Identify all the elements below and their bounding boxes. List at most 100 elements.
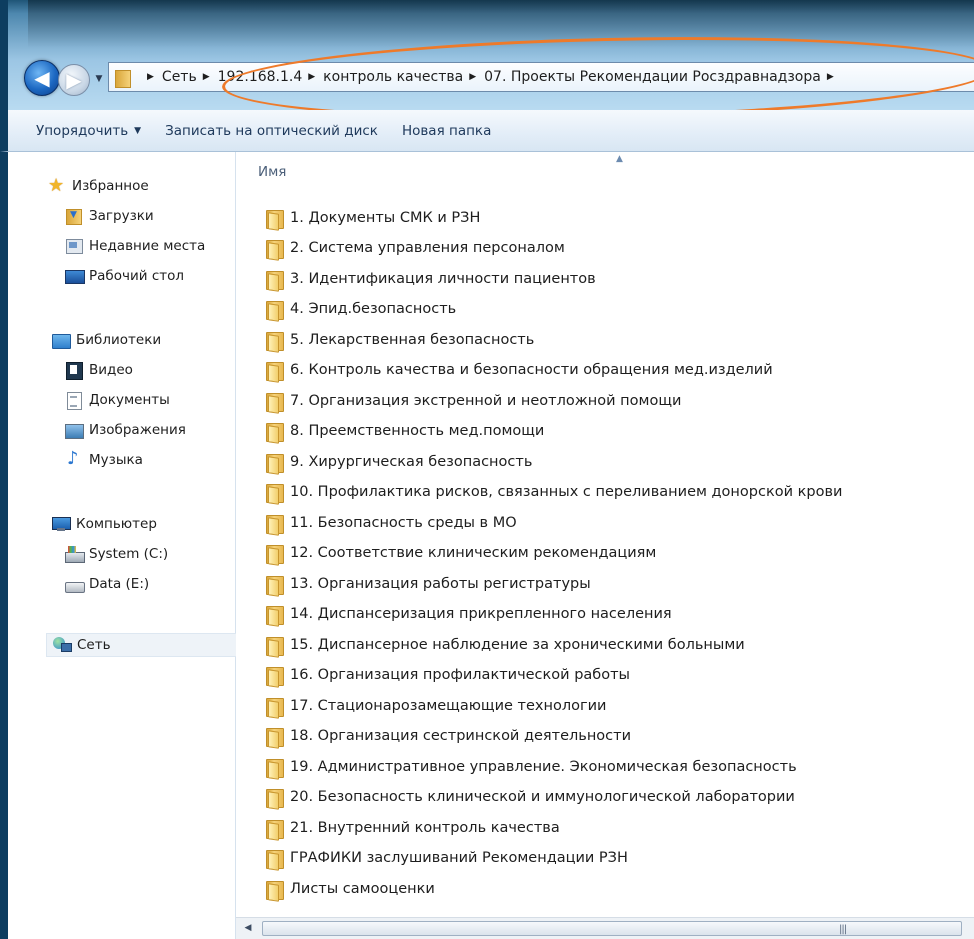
- sidebar-item-network[interactable]: Сеть: [46, 633, 238, 657]
- list-item[interactable]: 13. Организация работы регистратуры: [266, 571, 966, 597]
- list-item[interactable]: 15. Диспансерное наблюдение за хроническ…: [266, 632, 966, 658]
- back-button[interactable]: ◀: [24, 60, 60, 96]
- organize-label: Упорядочить: [36, 122, 129, 139]
- sidebar-item-libraries[interactable]: Библиотеки: [52, 328, 161, 352]
- music-icon: [65, 448, 83, 469]
- list-item[interactable]: 16. Организация профилактической работы: [266, 662, 966, 688]
- folder-icon: [266, 787, 284, 808]
- sidebar-item-documents[interactable]: Документы: [65, 388, 170, 412]
- folder-icon: [266, 482, 284, 503]
- sidebar-item-label: Избранное: [72, 178, 149, 194]
- sidebar-item-label: Компьютер: [76, 516, 157, 532]
- folder-icon: [266, 757, 284, 778]
- folder-icon: [266, 848, 284, 869]
- folder-name: 17. Стационарозамещающие технологии: [290, 698, 607, 714]
- folder-name: 13. Организация работы регистратуры: [290, 576, 591, 592]
- scroll-left-icon[interactable]: ◀: [240, 920, 256, 936]
- breadcrumb-network[interactable]: Сеть: [162, 69, 197, 85]
- libraries-icon: [52, 332, 71, 349]
- sidebar-item-computer[interactable]: Компьютер: [52, 512, 157, 536]
- list-item[interactable]: 12. Соответствие клиническим рекомендаци…: [266, 540, 966, 566]
- sidebar-item-label: System (C:): [89, 546, 169, 562]
- desktop-icon: [65, 268, 85, 284]
- grip-icon: |||: [839, 924, 847, 935]
- list-item[interactable]: 9. Хирургическая безопасность: [266, 449, 966, 475]
- list-item[interactable]: 20. Безопасность клинической и иммунолог…: [266, 784, 966, 810]
- list-item[interactable]: 10. Профилактика рисков, связанных с пер…: [266, 479, 966, 505]
- sidebar-item-label: Сеть: [77, 637, 111, 653]
- breadcrumb-separator-icon[interactable]: ▶: [469, 72, 476, 82]
- breadcrumb-quality-control[interactable]: контроль качества: [323, 69, 463, 85]
- address-bar[interactable]: ▶ Сеть ▶ 192.168.1.4 ▶ контроль качества…: [108, 62, 974, 92]
- list-item[interactable]: 1. Документы СМК и РЗН: [266, 205, 966, 231]
- titlebar-gloss: [28, 0, 974, 48]
- sidebar-item-drive-c[interactable]: System (C:): [65, 542, 168, 566]
- downloads-icon: [65, 208, 83, 225]
- sidebar-item-recent[interactable]: Недавние места: [65, 234, 205, 258]
- navigation-pane: Избранное Загрузки Недавние места Рабочи…: [0, 152, 238, 939]
- sidebar-item-label: Библиотеки: [76, 332, 162, 348]
- list-item[interactable]: 2. Система управления персоналом: [266, 235, 966, 261]
- sidebar-item-label: Загрузки: [89, 208, 154, 224]
- sidebar-item-label: Рабочий стол: [89, 268, 184, 284]
- scrollbar-thumb[interactable]: |||: [262, 921, 962, 936]
- folder-icon: [266, 208, 284, 229]
- folder-icon: [266, 269, 284, 290]
- folder-name: 21. Внутренний контроль качества: [290, 820, 560, 836]
- folder-name: 10. Профилактика рисков, связанных с пер…: [290, 484, 843, 500]
- sidebar-item-drive-e[interactable]: Data (E:): [65, 572, 149, 596]
- breadcrumb-separator-icon[interactable]: ▶: [827, 72, 834, 82]
- folder-icon: [266, 238, 284, 259]
- organize-menu-button[interactable]: Упорядочить ▼: [8, 116, 153, 146]
- list-item[interactable]: 19. Административное управление. Экономи…: [266, 754, 966, 780]
- horizontal-scrollbar[interactable]: ◀ |||: [236, 917, 974, 939]
- breadcrumb-separator-icon[interactable]: ▶: [308, 72, 315, 82]
- folder-name: 11. Безопасность среды в МО: [290, 515, 517, 531]
- new-folder-button[interactable]: Новая папка: [390, 116, 503, 146]
- sidebar-item-video[interactable]: Видео: [65, 358, 133, 382]
- list-item[interactable]: 14. Диспансеризация прикрепленного насел…: [266, 601, 966, 627]
- folder-icon: [266, 543, 284, 564]
- list-item[interactable]: 18. Организация сестринской деятельности: [266, 723, 966, 749]
- folder-name: 12. Соответствие клиническим рекомендаци…: [290, 545, 657, 561]
- sidebar-item-label: Недавние места: [89, 238, 206, 254]
- list-item[interactable]: 11. Безопасность среды в МО: [266, 510, 966, 536]
- sidebar-item-favorites[interactable]: Избранное: [48, 174, 149, 198]
- new-folder-label: Новая папка: [401, 122, 492, 139]
- sort-ascending-icon: ▲: [616, 154, 623, 164]
- folder-name: 4. Эпид.безопасность: [290, 301, 457, 317]
- list-item[interactable]: 17. Стационарозамещающие технологии: [266, 693, 966, 719]
- history-dropdown-icon[interactable]: ▼: [92, 72, 106, 86]
- folder-icon: [266, 696, 284, 717]
- folder-icon: [266, 513, 284, 534]
- list-item[interactable]: ГРАФИКИ заслушиваний Рекомендации РЗН: [266, 845, 966, 871]
- sidebar-item-music[interactable]: Музыка: [65, 448, 143, 472]
- list-item[interactable]: 8. Преемственность мед.помощи: [266, 418, 966, 444]
- hard-drive-icon: [65, 576, 85, 593]
- list-item[interactable]: 5. Лекарственная безопасность: [266, 327, 966, 353]
- forward-button[interactable]: ▶: [58, 64, 90, 96]
- breadcrumb-projects[interactable]: 07. Проекты Рекомендации Росздравнадзора: [484, 69, 821, 85]
- burn-disc-button[interactable]: Записать на оптический диск: [153, 116, 390, 146]
- documents-icon: [65, 392, 83, 410]
- list-item[interactable]: 21. Внутренний контроль качества: [266, 815, 966, 841]
- folder-icon: [266, 665, 284, 686]
- folder-name: ГРАФИКИ заслушиваний Рекомендации РЗН: [290, 850, 628, 866]
- list-item[interactable]: 7. Организация экстренной и неотложной п…: [266, 388, 966, 414]
- sidebar-item-label: Видео: [89, 362, 133, 378]
- sidebar-item-images[interactable]: Изображения: [65, 418, 186, 442]
- column-header-name[interactable]: Имя: [258, 164, 286, 180]
- sidebar-item-desktop[interactable]: Рабочий стол: [65, 264, 184, 288]
- breadcrumb-separator-icon[interactable]: ▶: [147, 72, 154, 82]
- list-item[interactable]: 4. Эпид.безопасность: [266, 296, 966, 322]
- window-titlebar: [0, 0, 974, 110]
- list-item[interactable]: 6. Контроль качества и безопасности обра…: [266, 357, 966, 383]
- list-item[interactable]: Листы самооценки: [266, 876, 966, 902]
- list-item[interactable]: 3. Идентификация личности пациентов: [266, 266, 966, 292]
- folder-icon: [266, 360, 284, 381]
- network-icon: [53, 637, 72, 653]
- breadcrumb-host[interactable]: 192.168.1.4: [218, 69, 303, 85]
- breadcrumb-separator-icon[interactable]: ▶: [203, 72, 210, 82]
- sidebar-item-downloads[interactable]: Загрузки: [65, 204, 154, 228]
- folder-name: Листы самооценки: [290, 881, 435, 897]
